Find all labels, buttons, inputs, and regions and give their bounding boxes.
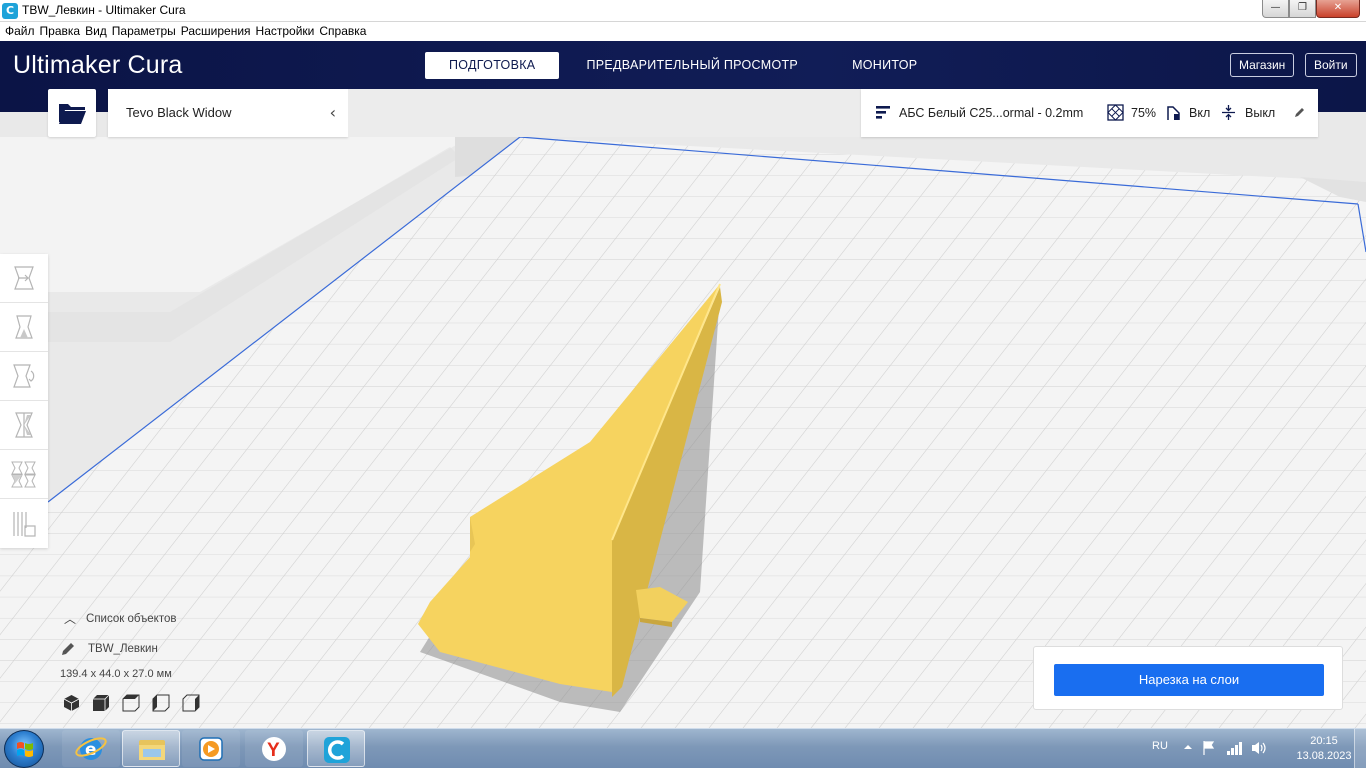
clock-date: 13.08.2023 (1296, 750, 1352, 762)
menu-bar: Файл Правка Вид Параметры Расширения Нас… (0, 22, 1366, 41)
clock-time: 20:15 (1310, 735, 1338, 747)
taskbar-explorer[interactable] (122, 730, 180, 767)
start-button[interactable] (4, 730, 44, 768)
taskbar-media-player[interactable] (182, 730, 240, 767)
folder-open-icon (59, 104, 86, 124)
move-icon (14, 266, 34, 290)
marketplace-button[interactable]: Магазин (1230, 53, 1295, 77)
object-name-row[interactable]: TBW_Левкин (60, 641, 320, 657)
window-title: TBW_Левкин - Ultimaker Cura (22, 3, 186, 17)
window-controls: — ❐ ✕ (1262, 0, 1360, 18)
menu-edit[interactable]: Правка (38, 22, 84, 41)
camera-view-buttons (62, 694, 201, 712)
chevron-up-icon: ︿ (64, 612, 77, 626)
menu-extensions[interactable]: Расширения (179, 22, 254, 41)
internet-explorer-icon: e (75, 737, 107, 760)
object-list-panel: ︿ Список объектов TBW_Левкин 139.4 x 44.… (60, 610, 320, 680)
top-view-icon[interactable] (122, 694, 141, 712)
profile-label: АБС Белый C25...ormal - 0.2mm (899, 106, 1084, 120)
svg-text:Y: Y (267, 740, 280, 761)
per-model-settings-tool-button[interactable] (0, 450, 48, 499)
move-tool-button[interactable] (0, 254, 48, 303)
maximize-button[interactable]: ❐ (1289, 0, 1316, 18)
menu-help[interactable]: Справка (317, 22, 369, 41)
volume-icon[interactable] (1250, 740, 1268, 756)
rotate-icon (13, 364, 35, 388)
taskbar-internet-explorer[interactable]: e (62, 730, 120, 767)
left-view-icon[interactable] (152, 694, 171, 712)
cura-app-icon: C (2, 3, 18, 19)
mirror-tool-button[interactable] (0, 401, 48, 450)
tab-preview[interactable]: ПРЕДВАРИТЕЛЬНЫЙ ПРОСМОТР (559, 52, 825, 79)
support-value: Вкл (1189, 106, 1211, 120)
infill-value: 75% (1131, 106, 1157, 120)
scale-icon (15, 315, 33, 339)
right-view-icon[interactable] (182, 694, 201, 712)
menu-file[interactable]: Файл (3, 22, 38, 41)
stage-tabs: ПОДГОТОВКА ПРЕДВАРИТЕЛЬНЫЙ ПРОСМОТР МОНИ… (425, 52, 944, 79)
slice-button[interactable]: Нарезка на слои (1054, 664, 1324, 696)
object-list-header: Список объектов (86, 612, 177, 625)
sign-in-button[interactable]: Войти (1305, 53, 1357, 77)
mirror-icon (15, 412, 33, 438)
show-hidden-icons-icon[interactable] (1183, 742, 1193, 752)
rotate-tool-button[interactable] (0, 352, 48, 401)
logo-brand: Ultimaker (13, 51, 121, 79)
infill-icon (1107, 104, 1124, 121)
slice-panel: Нарезка на слои (1033, 646, 1343, 710)
close-button[interactable]: ✕ (1316, 0, 1360, 18)
open-file-button[interactable] (48, 89, 96, 137)
language-indicator[interactable]: RU (1152, 740, 1168, 752)
per-model-settings-icon (11, 461, 36, 488)
minimize-button[interactable]: — (1262, 0, 1289, 18)
front-view-icon[interactable] (92, 694, 111, 712)
taskbar-yandex-browser[interactable]: Y (245, 730, 303, 767)
tab-monitor[interactable]: МОНИТОР (825, 52, 944, 79)
object-name: TBW_Левкин (88, 643, 158, 655)
printer-name: Tevo Black Widow (126, 105, 232, 120)
ultimaker-cura-logo: Ultimaker Cura (13, 51, 183, 80)
tab-prepare[interactable]: ПОДГОТОВКА (425, 52, 560, 79)
windows-logo-icon (17, 742, 33, 757)
support-icon (1167, 106, 1180, 120)
windows-taskbar: e Y RU 20:15 13.08.2023 (0, 728, 1366, 768)
object-list-toggle[interactable]: ︿ Список объектов (60, 610, 320, 627)
scale-tool-button[interactable] (0, 303, 48, 352)
adhesion-value: Выкл (1245, 106, 1276, 120)
printer-selector[interactable]: Tevo Black Widow ‹ (108, 89, 348, 137)
toolbar-spacer (348, 89, 861, 137)
profile-icon (876, 106, 890, 119)
show-desktop-button[interactable] (1354, 729, 1366, 768)
tool-panel (0, 254, 48, 548)
window-titlebar: C TBW_Левкин - Ultimaker Cura — ❐ ✕ (0, 0, 1366, 22)
object-dimensions: 139.4 x 44.0 x 27.0 мм (60, 668, 172, 680)
print-settings-selector[interactable]: АБС Белый C25...ormal - 0.2mm 75% Вкл Вы… (861, 89, 1318, 137)
taskbar-cura[interactable] (307, 730, 365, 767)
chevron-left-icon: ‹ (329, 103, 336, 122)
pencil-icon (62, 643, 74, 655)
network-icon[interactable] (1226, 740, 1244, 756)
cura-icon (324, 737, 350, 763)
menu-parameters[interactable]: Параметры (110, 22, 179, 41)
menu-preferences[interactable]: Настройки (254, 22, 318, 41)
folder-icon (139, 740, 165, 760)
menu-view[interactable]: Вид (83, 22, 110, 41)
media-player-icon (199, 737, 223, 761)
adhesion-icon (1222, 105, 1235, 120)
support-blocker-tool-button[interactable] (0, 499, 48, 548)
action-center-flag-icon[interactable] (1201, 740, 1217, 756)
logo-product: Cura (127, 51, 183, 79)
yandex-browser-icon: Y (262, 737, 286, 761)
clock[interactable]: 20:15 13.08.2023 (1294, 734, 1354, 764)
pencil-icon[interactable] (1293, 106, 1306, 119)
support-blocker-icon (13, 511, 36, 537)
3d-view-icon[interactable] (62, 694, 81, 712)
